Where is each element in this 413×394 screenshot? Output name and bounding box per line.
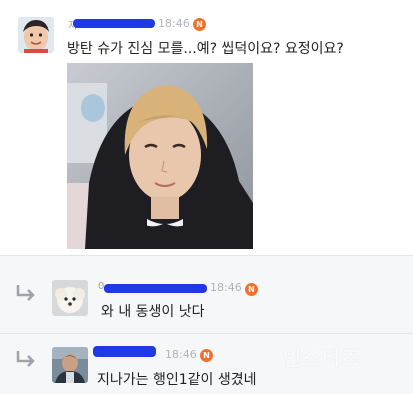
comment-text: 지나가는 행인1같이 생겼네 bbox=[97, 372, 257, 388]
new-badge: N bbox=[200, 349, 213, 362]
username-redaction bbox=[73, 19, 155, 28]
username-redaction bbox=[93, 346, 156, 357]
reply-divider bbox=[0, 333, 413, 334]
avatar-dog[interactable] bbox=[52, 280, 88, 316]
site-watermark: 인스티즈 bbox=[283, 346, 361, 370]
reply-arrow-icon bbox=[16, 351, 35, 367]
post-divider bbox=[0, 255, 413, 256]
avatar-child[interactable] bbox=[18, 17, 54, 53]
new-badge: N bbox=[193, 18, 206, 31]
comment-time: 18:46 bbox=[158, 17, 190, 30]
attached-photo[interactable] bbox=[67, 63, 253, 249]
new-badge: N bbox=[245, 283, 258, 296]
comment-text: 방탄 슈가 진심 모를...예? 씹덕이요? 요정이요? bbox=[67, 41, 344, 57]
username-redaction bbox=[104, 284, 207, 293]
avatar-man[interactable] bbox=[52, 347, 88, 383]
comment-time: 18:46 bbox=[210, 281, 242, 294]
comment-text: 와 내 동생이 낫다 bbox=[101, 304, 205, 320]
main-comment: 저 18:46 N 방탄 슈가 진심 모를...예? 씹덕이요? 요정이요? bbox=[0, 0, 413, 255]
reply-arrow-icon bbox=[16, 285, 35, 301]
comment-time: 18:46 bbox=[165, 348, 197, 361]
